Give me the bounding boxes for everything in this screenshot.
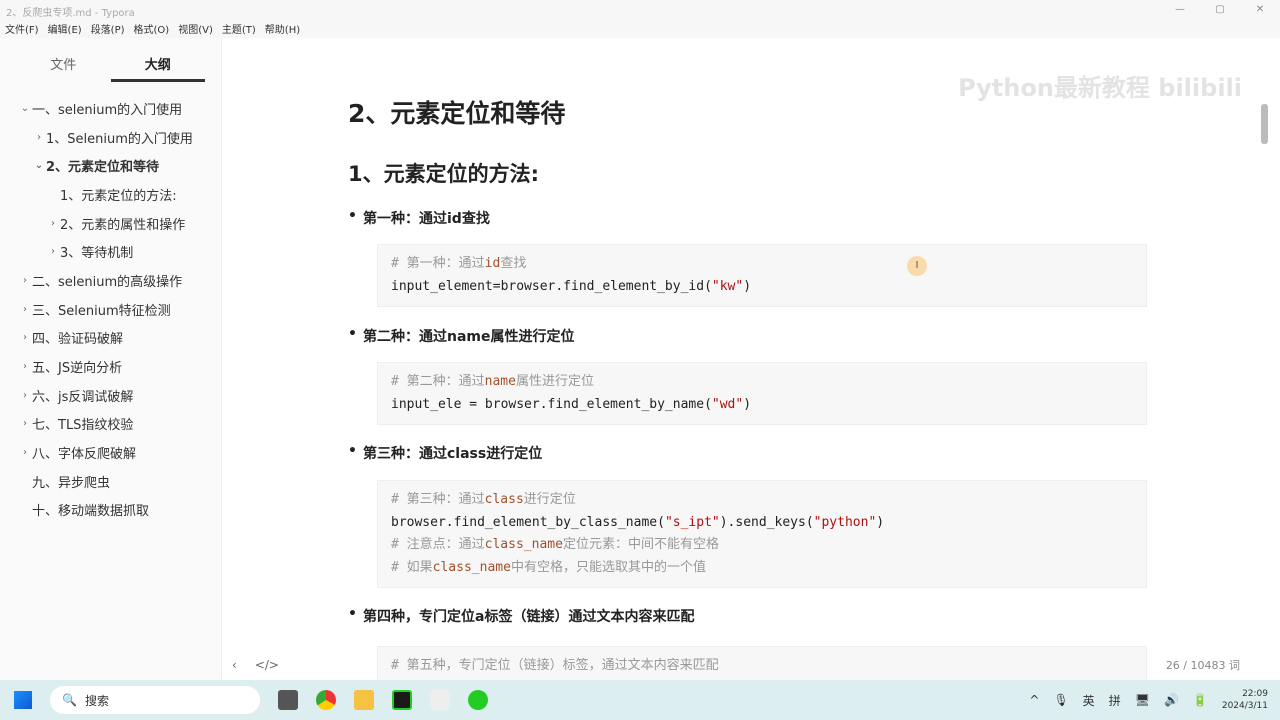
- outline-list: ⌄ 一、selenium的入门使用 › 1、Selenium的入门使用 ⌄ 2、元素定位和…: [0, 82, 221, 524]
- code-block[interactable]: # 第五种，专门定位（链接）标签，通过文本内容来匹配: [377, 646, 1147, 680]
- time: 22:09: [1242, 689, 1268, 699]
- outline-item[interactable]: › 二、selenium的高级操作: [0, 266, 221, 295]
- pycharm-icon[interactable]: [392, 690, 412, 710]
- minimize-button[interactable]: —: [1160, 0, 1200, 19]
- outline-item[interactable]: › 四、验证码破解: [0, 324, 221, 353]
- outline-item-label: 五、JS逆向分析: [32, 361, 123, 377]
- outline-item[interactable]: ⌄ 2、元素定位和等待: [0, 151, 221, 180]
- code-block[interactable]: # 第二种：通过name属性进行定位 input_ele = browser.f…: [377, 362, 1147, 425]
- menu-bar: 文件(F) 编辑(E) 段落(P) 格式(O) 视图(V) 主题(T) 帮助(H): [0, 19, 1280, 38]
- outline-item-label: 六、js反调试破解: [32, 389, 134, 405]
- tab-outline[interactable]: 大纲: [110, 38, 205, 82]
- windows-start-icon[interactable]: [14, 691, 32, 709]
- list-item: 第一种：通过id查找: [348, 208, 490, 228]
- code-block[interactable]: # 第三种：通过class进行定位 browser.find_element_b…: [377, 480, 1147, 588]
- outline-item-label: 七、TLS指纹校验: [32, 418, 134, 434]
- outline-item-label: 十、移动端数据抓取: [32, 504, 150, 520]
- outline-item[interactable]: › 1、Selenium的入门使用: [0, 123, 221, 152]
- sidebar: 文件 大纲 ⌄ 一、selenium的入门使用 › 1、Selenium的入门使用 ⌄ 2、…: [0, 38, 222, 680]
- tray-icon[interactable]: 英: [1083, 692, 1095, 709]
- menu-item[interactable]: 视图(V): [178, 21, 213, 36]
- editor[interactable]: Python最新教程 bilibili 2、元素定位和等待 1、元素定位的方法:…: [223, 38, 1268, 680]
- chevron-icon[interactable]: ›: [18, 275, 32, 286]
- menu-item[interactable]: 文件(F): [5, 21, 39, 36]
- source-code-icon[interactable]: </>: [255, 658, 279, 672]
- code-comment: # 第五种，专门定位（链接）标签，通过文本内容来匹配: [391, 658, 719, 673]
- chevron-icon[interactable]: ›: [18, 447, 32, 458]
- app-icon[interactable]: [278, 690, 298, 710]
- date: 2024/3/11: [1221, 701, 1268, 711]
- outline-item[interactable]: › 七、TLS指纹校验: [0, 410, 221, 439]
- outline-item-label: 2、元素的属性和操作: [60, 217, 186, 233]
- chevron-icon[interactable]: ›: [46, 246, 60, 257]
- chrome-icon[interactable]: [316, 690, 336, 710]
- outline-item[interactable]: ⌄ 一、selenium的入门使用: [0, 94, 221, 123]
- scrollbar[interactable]: [1261, 104, 1268, 144]
- outline-item-label: 1、Selenium的入门使用: [46, 131, 193, 147]
- outline-item-label: 一、selenium的入门使用: [32, 102, 183, 118]
- watermark-logo: Python最新教程 bilibili: [958, 74, 1242, 102]
- chevron-icon[interactable]: ›: [18, 361, 32, 372]
- code-block[interactable]: # 第一种：通过id查找 input_element=browser.find_…: [377, 244, 1147, 307]
- outline-item-label: 1、元素定位的方法:: [60, 188, 177, 204]
- wechat-icon[interactable]: [468, 690, 488, 710]
- tray-icon[interactable]: 🎙: [1053, 693, 1068, 707]
- chevron-icon[interactable]: ⌄: [18, 103, 32, 114]
- list-item: 第四种，专门定位a标签（链接）通过文本内容来匹配: [348, 606, 694, 626]
- taskbar-search[interactable]: 🔍 搜索: [50, 686, 260, 714]
- outline-item-label: 四、验证码破解: [32, 332, 124, 348]
- tab-files[interactable]: 文件: [16, 38, 111, 82]
- system-tray: ^ 🎙 英拼 🖥 🔊 🔋 22:09 2024/3/11: [1029, 680, 1268, 720]
- window-title: 2、反爬虫专项.md - Typora: [6, 8, 135, 19]
- menu-item[interactable]: 段落(P): [91, 21, 125, 36]
- chevron-icon[interactable]: ›: [18, 304, 32, 315]
- clock[interactable]: 22:09 2024/3/11: [1222, 688, 1268, 712]
- outline-item-label: 九、异步爬虫: [32, 475, 111, 491]
- tray-icon[interactable]: 🔊: [1164, 693, 1179, 707]
- search-icon: 🔍: [62, 693, 77, 707]
- tray-icon[interactable]: 🖥: [1135, 693, 1150, 707]
- outline-item[interactable]: › 2、元素的属性和操作: [0, 209, 221, 238]
- outline-item[interactable]: 1、元素定位的方法:: [0, 180, 221, 209]
- outline-item[interactable]: › 3、等待机制: [0, 237, 221, 266]
- chevron-icon[interactable]: ›: [32, 132, 46, 143]
- tray-icon[interactable]: 🔋: [1193, 693, 1208, 707]
- typora-icon[interactable]: [430, 690, 450, 710]
- word-count[interactable]: 26 / 10483 词: [1163, 657, 1242, 673]
- close-button[interactable]: ✕: [1240, 0, 1280, 19]
- tray-icon[interactable]: 拼: [1109, 692, 1121, 709]
- outline-item[interactable]: › 八、字体反爬破解: [0, 438, 221, 467]
- file-explorer-icon[interactable]: [354, 690, 374, 710]
- tray-icon[interactable]: ^: [1029, 693, 1039, 707]
- heading-h3: 1、元素定位的方法:: [348, 162, 540, 186]
- chevron-icon[interactable]: ›: [18, 332, 32, 343]
- title-bar: 2、反爬虫专项.md - Typora — ▢ ✕: [0, 0, 1280, 19]
- outline-item-label: 三、Selenium特征检测: [32, 303, 171, 319]
- chevron-icon[interactable]: ›: [18, 418, 32, 429]
- chevron-icon[interactable]: ›: [18, 390, 32, 401]
- list-item: 第三种：通过class进行定位: [348, 443, 542, 463]
- outline-item-label: 2、元素定位和等待: [46, 160, 160, 176]
- heading-h2: 2、元素定位和等待: [348, 99, 566, 128]
- outline-item[interactable]: › 六、js反调试破解: [0, 381, 221, 410]
- outline-item[interactable]: 九、异步爬虫: [0, 467, 221, 496]
- chevron-icon[interactable]: ⌄: [32, 160, 46, 171]
- maximize-button[interactable]: ▢: [1200, 0, 1240, 19]
- outline-item-label: 八、字体反爬破解: [32, 447, 137, 463]
- outline-item[interactable]: › 五、JS逆向分析: [0, 352, 221, 381]
- menu-item[interactable]: 编辑(E): [48, 21, 82, 36]
- taskbar: 🔍 搜索 ^ 🎙 英拼 🖥 🔊 🔋 22:09 2024/3/11: [0, 680, 1280, 720]
- outline-item-label: 3、等待机制: [60, 246, 134, 262]
- menu-item[interactable]: 主题(T): [222, 21, 256, 36]
- outline-item-label: 二、selenium的高级操作: [32, 274, 183, 290]
- menu-item[interactable]: 格式(O): [134, 21, 170, 36]
- menu-item[interactable]: 帮助(H): [265, 21, 300, 36]
- list-item: 第二种：通过name属性进行定位: [348, 326, 574, 346]
- back-icon[interactable]: ‹: [232, 658, 237, 672]
- chevron-icon[interactable]: ›: [46, 218, 60, 229]
- text-cursor-icon: I: [907, 256, 927, 276]
- outline-item[interactable]: 十、移动端数据抓取: [0, 496, 221, 525]
- outline-item[interactable]: › 三、Selenium特征检测: [0, 295, 221, 324]
